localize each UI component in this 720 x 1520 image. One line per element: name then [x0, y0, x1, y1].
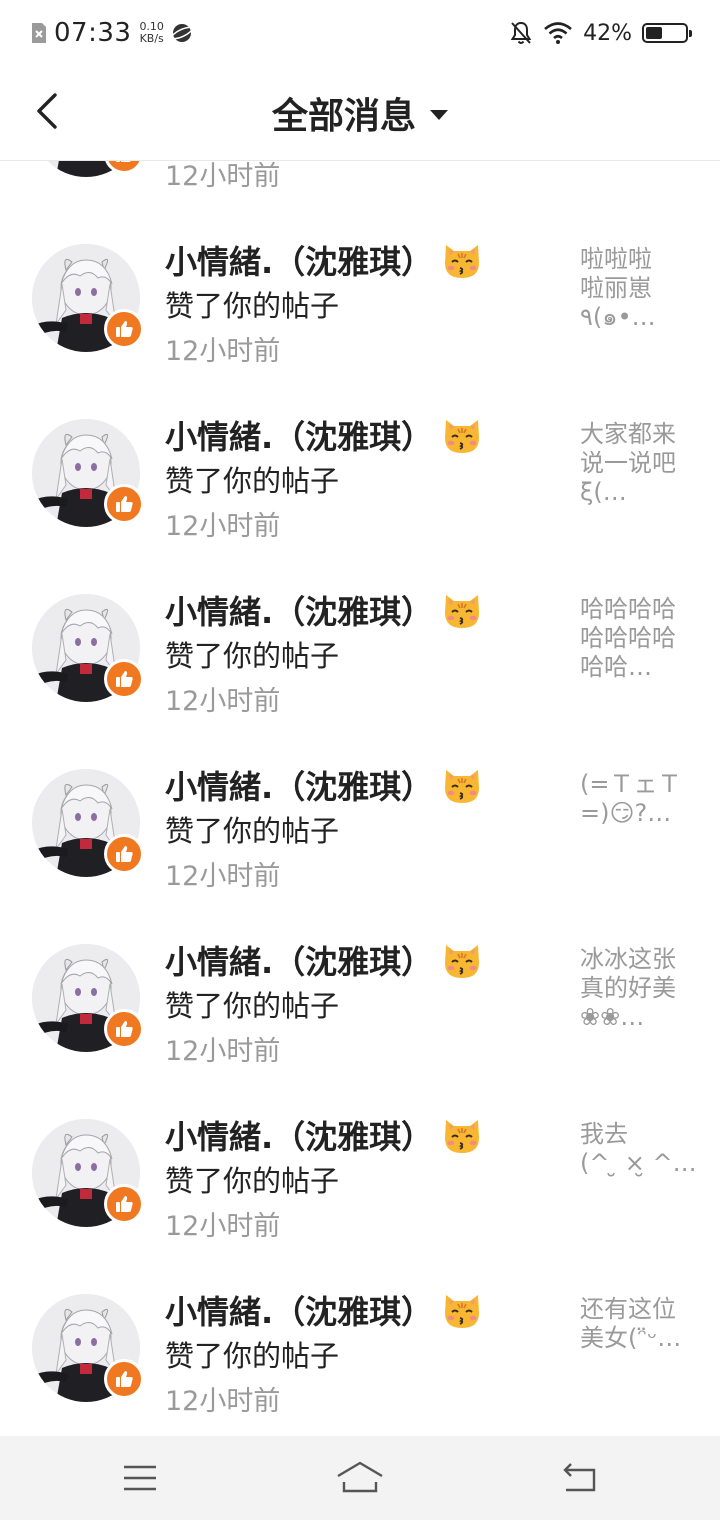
- kissing-cat-emoji: [445, 1295, 480, 1328]
- message-item[interactable]: 小情緒.（沈雅琪） 赞了你的帖子 12小时前 哈哈哈哈 哈哈哈哈 哈哈…: [0, 573, 720, 748]
- message-list-content: 小情緒.（沈雅琪） 赞了你的帖子 12小时前 根上 (… 小情緒.（沈雅琪） 赞…: [0, 160, 720, 1436]
- timestamp: 12小时前: [165, 1036, 281, 1067]
- like-badge: [104, 1359, 144, 1399]
- network-speed-unit: KB/s: [139, 32, 164, 45]
- caret-down-icon: [430, 110, 448, 120]
- message-item[interactable]: 小情緒.（沈雅琪） 赞了你的帖子 12小时前 啦啦啦 啦丽崽 ٩(๑•…: [0, 223, 720, 398]
- sender-name-text: 小情緒.（沈雅琪）: [165, 943, 434, 981]
- timestamp: 12小时前: [165, 1211, 281, 1242]
- sender-name-text: 小情緒.（沈雅琪）: [165, 593, 434, 631]
- timestamp: 12小时前: [165, 861, 281, 892]
- like-badge: [104, 1184, 144, 1224]
- message-item[interactable]: 小情緒.（沈雅琪） 赞了你的帖子 12小时前 根上 (…: [0, 160, 720, 223]
- wifi-icon: [544, 22, 572, 44]
- like-badge: [104, 484, 144, 524]
- action-text: 赞了你的帖子: [165, 464, 340, 498]
- network-speed: 0.10 KB/s: [139, 21, 164, 45]
- thumbs-up-icon: [116, 1371, 133, 1387]
- sender-name[interactable]: 小情緒.（沈雅琪）: [165, 412, 483, 458]
- post-preview[interactable]: 啦啦啦 啦丽崽 ٩(๑•…: [580, 245, 698, 332]
- like-badge: [104, 160, 144, 174]
- post-preview[interactable]: 大家都来 说一说吧 ξ(…: [580, 420, 698, 507]
- message-item[interactable]: 小情緒.（沈雅琪） 赞了你的帖子 12小时前 还有这位 美女(ᵔ̈ᵕ…: [0, 1273, 720, 1436]
- action-text: 赞了你的帖子: [165, 814, 340, 848]
- sender-name[interactable]: 小情緒.（沈雅琪）: [165, 1112, 483, 1158]
- thumbs-up-icon: [116, 1196, 133, 1212]
- nav-menu-button[interactable]: [110, 1458, 170, 1498]
- thumbs-up-icon: [116, 846, 133, 862]
- like-badge: [104, 659, 144, 699]
- message-item[interactable]: 小情緒.（沈雅琪） 赞了你的帖子 12小时前 大家都来 说一说吧 ξ(…: [0, 398, 720, 573]
- timestamp: 12小时前: [165, 1386, 281, 1417]
- message-list[interactable]: 小情緒.（沈雅琪） 赞了你的帖子 12小时前 根上 (… 小情緒.（沈雅琪） 赞…: [0, 160, 720, 1436]
- kissing-cat-emoji: [445, 595, 480, 628]
- sender-name[interactable]: 小情緒.（沈雅琪）: [165, 587, 483, 633]
- timestamp: 12小时前: [165, 511, 281, 542]
- like-badge: [104, 1009, 144, 1049]
- action-text: 赞了你的帖子: [165, 289, 340, 323]
- like-badge: [104, 834, 144, 874]
- timestamp: 12小时前: [165, 336, 281, 367]
- sender-name-text: 小情緒.（沈雅琪）: [165, 768, 434, 806]
- thumbs-up-icon: [116, 496, 133, 512]
- mute-bell-icon: [510, 21, 532, 44]
- kissing-cat-emoji: [445, 245, 480, 278]
- battery-level: [646, 27, 662, 39]
- action-text: 赞了你的帖子: [165, 1339, 340, 1373]
- timestamp: 12小时前: [165, 686, 281, 717]
- page-title: 全部消息: [271, 96, 416, 137]
- timestamp: 12小时前: [165, 161, 281, 192]
- post-preview[interactable]: 还有这位 美女(ᵔ̈ᵕ…: [580, 1295, 698, 1353]
- action-text: 赞了你的帖子: [165, 639, 340, 673]
- system-nav-bar: [0, 1436, 720, 1520]
- sender-name[interactable]: 小情緒.（沈雅琪）: [165, 1287, 483, 1333]
- message-item[interactable]: 小情緒.（沈雅琪） 赞了你的帖子 12小时前 我去 (^ ̮ ×̮ ^…: [0, 1098, 720, 1273]
- sender-name[interactable]: 小情緒.（沈雅琪）: [165, 237, 483, 283]
- sender-name-text: 小情緒.（沈雅琪）: [165, 1293, 434, 1331]
- status-bar: 07:33 0.10 KB/s 42%: [0, 0, 720, 66]
- sender-name[interactable]: 小情緒.（沈雅琪）: [165, 937, 483, 983]
- action-text: 赞了你的帖子: [165, 989, 340, 1023]
- nav-back-button[interactable]: [550, 1458, 610, 1498]
- battery-icon: [642, 23, 692, 43]
- action-text: 赞了你的帖子: [165, 1164, 340, 1198]
- nav-home-button[interactable]: [330, 1458, 390, 1498]
- thumbs-up-icon: [116, 321, 133, 337]
- return-icon: [563, 1463, 596, 1492]
- post-preview[interactable]: (=ＴェＴ =)😏?…: [580, 770, 698, 828]
- post-preview[interactable]: 冰冰这张 真的好美 ❀❀…: [580, 945, 698, 1032]
- post-preview[interactable]: 哈哈哈哈 哈哈哈哈 哈哈…: [580, 595, 698, 682]
- planet-icon: [171, 24, 193, 42]
- sender-name-text: 小情緒.（沈雅琪）: [165, 418, 434, 456]
- home-icon: [337, 1461, 383, 1493]
- back-button[interactable]: [24, 88, 70, 134]
- no-sim-icon: [32, 23, 46, 43]
- sender-name-text: 小情緒.（沈雅琪）: [165, 243, 434, 281]
- kissing-cat-emoji: [445, 420, 480, 453]
- battery-percent: 42%: [583, 20, 632, 46]
- thumbs-up-icon: [116, 671, 133, 687]
- page-header: 全部消息: [0, 66, 720, 161]
- sender-name[interactable]: 小情緒.（沈雅琪）: [165, 762, 483, 808]
- message-item[interactable]: 小情緒.（沈雅琪） 赞了你的帖子 12小时前 冰冰这张 真的好美 ❀❀…: [0, 923, 720, 1098]
- sender-name-text: 小情緒.（沈雅琪）: [165, 1118, 434, 1156]
- like-badge: [104, 309, 144, 349]
- chevron-left-icon: [37, 93, 57, 129]
- kissing-cat-emoji: [445, 1120, 480, 1153]
- kissing-cat-emoji: [445, 770, 480, 803]
- clock: 07:33: [54, 18, 132, 48]
- thumbs-up-icon: [116, 1021, 133, 1037]
- kissing-cat-emoji: [445, 945, 480, 978]
- message-item[interactable]: 小情緒.（沈雅琪） 赞了你的帖子 12小时前 (=ＴェＴ =)😏?…: [0, 748, 720, 923]
- message-filter-dropdown[interactable]: 全部消息: [0, 66, 720, 160]
- post-preview[interactable]: 我去 (^ ̮ ×̮ ^…: [580, 1120, 698, 1178]
- menu-icon: [124, 1465, 156, 1491]
